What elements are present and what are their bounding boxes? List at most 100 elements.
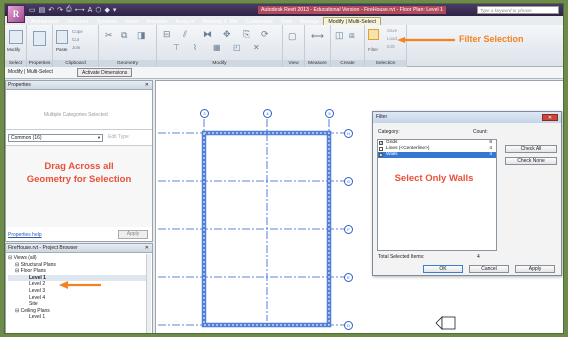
- browser-item[interactable]: ⊟ Ceiling Plans: [8, 308, 146, 315]
- dropdown-icon[interactable]: ▾: [113, 6, 117, 14]
- cut-geometry-icon[interactable]: ✂: [105, 30, 113, 41]
- chevron-down-icon: ▼: [97, 135, 101, 140]
- create-panel: ◫ ⧈ Create: [331, 25, 365, 67]
- wall-joins-icon[interactable]: ⧉: [121, 30, 127, 41]
- rotate-icon[interactable]: ⟳: [261, 29, 269, 40]
- cancel-button[interactable]: Cancel: [469, 265, 509, 273]
- panel-label-measure: Measure: [305, 60, 330, 67]
- save-selection-button[interactable]: Save: [387, 28, 397, 33]
- offset-icon[interactable]: ⫽: [183, 29, 187, 40]
- ok-button[interactable]: OK: [423, 265, 463, 273]
- close-icon[interactable]: ✕: [145, 244, 149, 253]
- activate-dimensions-button[interactable]: Activate Dimensions: [77, 68, 133, 77]
- close-icon[interactable]: ✕: [542, 114, 558, 121]
- project-browser-title-bar: FireHouse.rvt - Project Browser ✕: [6, 244, 152, 253]
- quick-access-toolbar[interactable]: ▭ ▤ ↶ ↷ ⎙ ⟷ A ⬡ ◆ ▾: [29, 5, 116, 15]
- open-icon[interactable]: ▭: [29, 6, 36, 14]
- grid-bubble-f[interactable]: F: [344, 225, 353, 234]
- revit-logo-icon[interactable]: R: [7, 5, 25, 23]
- category-checkbox[interactable]: [379, 147, 383, 151]
- properties-help-link[interactable]: Properties help: [8, 232, 42, 238]
- edit-type-button[interactable]: Edit Type: [108, 134, 129, 140]
- paint-icon[interactable]: ◨: [137, 30, 146, 41]
- properties-apply-button[interactable]: Apply: [118, 230, 148, 239]
- properties-body: [6, 145, 152, 227]
- panel-label-clipboard: Clipboard: [53, 60, 98, 67]
- check-none-button[interactable]: Check None: [505, 157, 557, 165]
- hide-icon[interactable]: ▢: [288, 31, 297, 42]
- cope-button[interactable]: Cope: [72, 29, 83, 34]
- grid-bubble-e[interactable]: E: [344, 273, 353, 282]
- select-walls-callout: Select Only Walls: [394, 173, 474, 184]
- split-icon[interactable]: ⌇: [193, 43, 197, 52]
- filter-callout-arrow: [397, 37, 455, 43]
- section-icon[interactable]: ◆: [104, 6, 109, 14]
- properties-icon[interactable]: [33, 31, 46, 46]
- panel-label-properties: Properties: [27, 60, 52, 67]
- browser-item-label: Level 3: [29, 287, 46, 294]
- pin-icon[interactable]: ✕: [253, 43, 260, 52]
- select-panel: Modify Select: [5, 25, 27, 67]
- close-icon[interactable]: ✕: [145, 81, 149, 90]
- grid-bubble-g[interactable]: G: [344, 177, 353, 186]
- redo-icon[interactable]: ↷: [57, 6, 63, 14]
- search-input[interactable]: Type a keyword or phrase: [477, 6, 559, 14]
- join-button[interactable]: Join: [72, 45, 80, 50]
- browser-item[interactable]: Level 1: [8, 314, 146, 321]
- browser-item[interactable]: ⊟ Floor Plans: [8, 268, 146, 275]
- category-checkbox[interactable]: ✓: [379, 141, 383, 145]
- apply-button[interactable]: Apply: [515, 265, 555, 273]
- project-browser-title: FireHouse.rvt - Project Browser: [8, 245, 78, 251]
- array-icon[interactable]: ▦: [213, 43, 221, 52]
- undo-icon[interactable]: ↶: [48, 6, 54, 14]
- print-icon[interactable]: ⎙: [66, 6, 72, 14]
- copy-icon[interactable]: ⎘: [243, 29, 250, 40]
- load-selection-button[interactable]: Load: [387, 36, 397, 41]
- properties-palette: Properties ✕ Multiple Categories Selecte…: [5, 80, 153, 242]
- 3d-view-icon[interactable]: ⬡: [95, 6, 101, 14]
- grid-bubble-h[interactable]: H: [344, 129, 353, 138]
- type-selector[interactable]: Multiple Categories Selected: [6, 90, 152, 130]
- properties-title-bar: Properties ✕: [6, 81, 152, 90]
- grid-bubble-d[interactable]: D: [344, 321, 353, 330]
- scale-icon[interactable]: ◰: [233, 43, 241, 52]
- panel-label-view: View: [283, 60, 304, 67]
- mirror-icon[interactable]: ⧓: [203, 29, 212, 40]
- save-icon[interactable]: ▤: [39, 6, 46, 14]
- grid-bubble-4[interactable]: 4: [263, 109, 272, 118]
- browser-item[interactable]: ⊟ Structural Plans: [8, 262, 146, 269]
- elevation-marker-icon: [435, 316, 456, 330]
- check-all-button[interactable]: Check All: [505, 145, 557, 153]
- grid-bubble-3[interactable]: 3: [200, 109, 209, 118]
- trim-icon[interactable]: ⊤: [173, 43, 180, 52]
- browser-item[interactable]: Site: [8, 301, 146, 308]
- measure-icon[interactable]: ⟷: [75, 6, 85, 14]
- paste-icon[interactable]: [56, 30, 68, 44]
- category-checkbox[interactable]: ✓: [379, 153, 383, 157]
- measure-tool-icon[interactable]: ⟷: [311, 31, 324, 42]
- browser-item[interactable]: ⊟ Views (all): [8, 255, 146, 262]
- create-group-icon[interactable]: ⧈: [349, 30, 355, 41]
- edit-selection-button[interactable]: Edit: [387, 44, 395, 49]
- text-icon[interactable]: A: [88, 7, 93, 14]
- selection-panel: Filter Save Load Edit Selection: [365, 25, 407, 67]
- move-icon[interactable]: ✥: [223, 29, 231, 40]
- revit-window: ▭ ▤ ↶ ↷ ⎙ ⟷ A ⬡ ◆ ▾ Autodesk Revit 2013 …: [4, 3, 564, 334]
- grid-bubble-5[interactable]: 5: [325, 109, 334, 118]
- filter-dialog-title: Filter: [376, 114, 388, 120]
- level-1-callout-arrow: [59, 281, 101, 289]
- modify-arrow-icon[interactable]: [9, 30, 23, 44]
- browser-item[interactable]: Level 4: [8, 295, 146, 302]
- category-name: Grids: [386, 140, 398, 145]
- align-icon[interactable]: ⊟: [163, 29, 171, 40]
- browser-item-label: Structural Plans: [20, 261, 56, 268]
- filter-icon[interactable]: [368, 29, 379, 40]
- total-selected-value: 4: [477, 254, 480, 260]
- drawing-canvas[interactable]: 3 4 5 H G F E D Filter ✕ Category: Count…: [155, 80, 563, 333]
- browser-item-label: Site: [29, 301, 38, 308]
- browser-scrollbar[interactable]: [146, 254, 151, 333]
- cut-button[interactable]: Cut: [72, 37, 79, 42]
- category-row[interactable]: ✓ Walls 4: [378, 152, 496, 158]
- create-assembly-icon[interactable]: ◫: [335, 30, 344, 41]
- instance-filter-dropdown[interactable]: Common (16) ▼: [8, 134, 103, 142]
